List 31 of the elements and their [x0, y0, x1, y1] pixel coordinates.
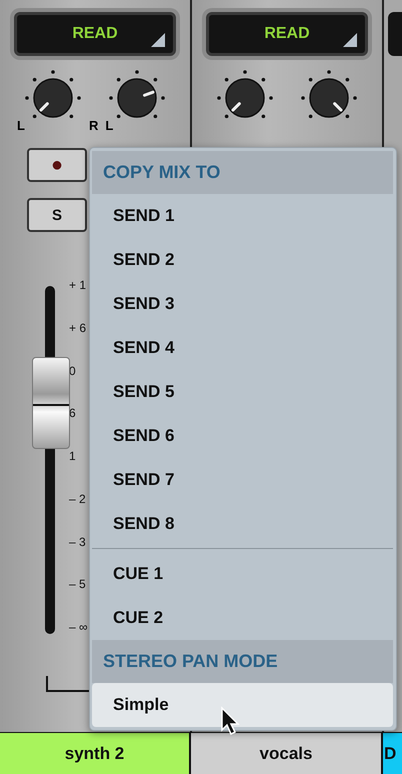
menu-section-header: STEREO PAN MODE	[92, 640, 393, 683]
fader-scale-label: – 2	[69, 492, 87, 506]
fader-scale-label: – ∞	[69, 620, 88, 634]
menu-item[interactable]: SEND 3	[92, 282, 393, 326]
menu-item[interactable]: SEND 8	[92, 502, 393, 546]
menu-item[interactable]: CUE 1	[92, 552, 393, 596]
fader-scale-label: – 5	[69, 577, 87, 592]
corner-triangle-icon	[343, 33, 357, 47]
pan-label: L	[105, 118, 114, 133]
track-name-tab[interactable]: D	[383, 733, 402, 774]
menu-item[interactable]: Simple	[92, 683, 393, 727]
fader-handle[interactable]	[32, 357, 70, 449]
fader-scale-label: + 6	[69, 320, 88, 335]
pan-label: R	[88, 118, 98, 133]
menu-item[interactable]: SEND 4	[92, 326, 393, 370]
menu-section-header: COPY MIX TO	[92, 151, 393, 194]
menu-item[interactable]: SEND 1	[92, 194, 393, 238]
fader-scale-label: + 1	[69, 278, 88, 292]
menu-item[interactable]: CUE 2	[92, 596, 393, 640]
solo-button[interactable]: S	[27, 198, 87, 232]
menu-item[interactable]: SEND 7	[92, 458, 393, 502]
corner-triangle-icon	[151, 33, 165, 47]
pan-label: L	[17, 118, 25, 133]
menu-item[interactable]: SEND 2	[92, 238, 393, 282]
track-name-tab[interactable]: synth 2	[0, 733, 191, 774]
menu-item[interactable]: SEND 5	[92, 370, 393, 414]
record-button[interactable]: ●	[27, 148, 87, 182]
track-name-tab[interactable]: vocals	[191, 733, 383, 774]
fader-scale-label: 1	[69, 449, 77, 463]
menu-item[interactable]: SEND 6	[92, 414, 393, 458]
fader-scale-label: – 3	[69, 534, 87, 548]
